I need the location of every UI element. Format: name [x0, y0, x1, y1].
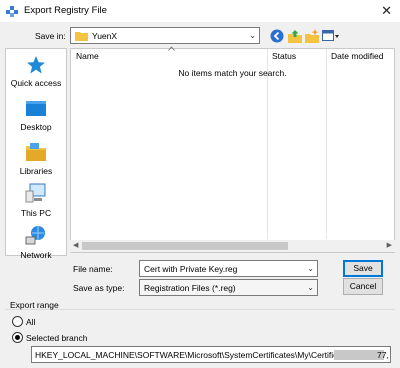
branch-path-field[interactable]: HKEY_LOCAL_MACHINE\SOFTWARE\Microsoft\Sy… [31, 346, 391, 363]
column-date-modified[interactable]: Date modified [331, 51, 383, 65]
network-icon [25, 226, 45, 245]
save-in-value: YuenX [92, 31, 118, 41]
view-menu-icon[interactable] [322, 29, 340, 43]
scroll-right-icon[interactable]: ▶ [387, 241, 392, 249]
place-label: Network [20, 250, 52, 260]
computer-icon [25, 183, 46, 203]
regedit-icon [6, 6, 18, 17]
libraries-icon [26, 143, 46, 161]
save-button[interactable]: Save [343, 260, 383, 277]
chevron-down-icon: ⌄ [307, 264, 314, 273]
save-in-dropdown[interactable]: YuenX ⌄ [70, 27, 260, 44]
save-in-label: Save in: [35, 31, 66, 41]
folder-icon [75, 32, 88, 41]
branch-path-tail: 77, [377, 350, 389, 360]
file-list[interactable]: Name Status Date modified No items match… [70, 46, 395, 253]
chevron-down-icon: ⌄ [307, 283, 314, 292]
radio-all[interactable] [12, 316, 23, 327]
sort-up-icon [168, 46, 175, 51]
place-network[interactable]: Network [6, 225, 66, 260]
save-as-type-dropdown[interactable]: Registration Files (*.reg) ⌄ [139, 279, 318, 296]
place-desktop[interactable]: Desktop [6, 99, 66, 132]
place-label: This PC [20, 208, 52, 218]
file-name-value: Cert with Private Key.reg [144, 264, 238, 274]
places-bar: Quick access Desktop Libraries This PC N… [5, 48, 67, 260]
chevron-down-icon: ⌄ [249, 31, 256, 40]
cancel-button[interactable]: Cancel [343, 278, 383, 295]
place-label: Quick access [10, 78, 62, 88]
radio-selected-branch[interactable] [12, 332, 23, 343]
radio-selected-branch-label[interactable]: Selected branch [26, 333, 87, 343]
close-button[interactable]: ✕ [381, 3, 392, 19]
star-icon [27, 56, 45, 74]
empty-message: No items match your search. [178, 68, 287, 78]
file-name-field[interactable]: Cert with Private Key.reg ⌄ [139, 260, 318, 277]
save-as-type-value: Registration Files (*.reg) [144, 283, 236, 293]
column-name[interactable]: Name [76, 51, 99, 65]
column-status[interactable]: Status [272, 51, 296, 65]
desktop-icon [26, 101, 46, 116]
export-range-label: Export range [10, 300, 59, 310]
horizontal-scrollbar[interactable]: ◀ ▶ [70, 240, 395, 252]
branch-path-value: HKEY_LOCAL_MACHINE\SOFTWARE\Microsoft\Sy… [35, 350, 376, 360]
new-folder-icon[interactable] [305, 29, 319, 43]
place-this-pc[interactable]: This PC [6, 183, 66, 218]
place-label: Desktop [20, 122, 52, 132]
up-folder-icon[interactable] [288, 29, 302, 43]
place-quick-access[interactable]: Quick access [6, 55, 66, 88]
window-title: Export Registry File [24, 5, 107, 16]
place-label: Libraries [19, 166, 53, 176]
back-icon[interactable] [270, 29, 284, 43]
scroll-thumb[interactable] [82, 242, 288, 250]
place-libraries[interactable]: Libraries [6, 141, 66, 176]
title-bar: Export Registry File ✕ [0, 0, 400, 22]
scroll-left-icon[interactable]: ◀ [73, 241, 78, 249]
save-as-type-label: Save as type: [73, 283, 125, 293]
radio-all-label[interactable]: All [26, 317, 35, 327]
file-name-label: File name: [73, 264, 113, 274]
